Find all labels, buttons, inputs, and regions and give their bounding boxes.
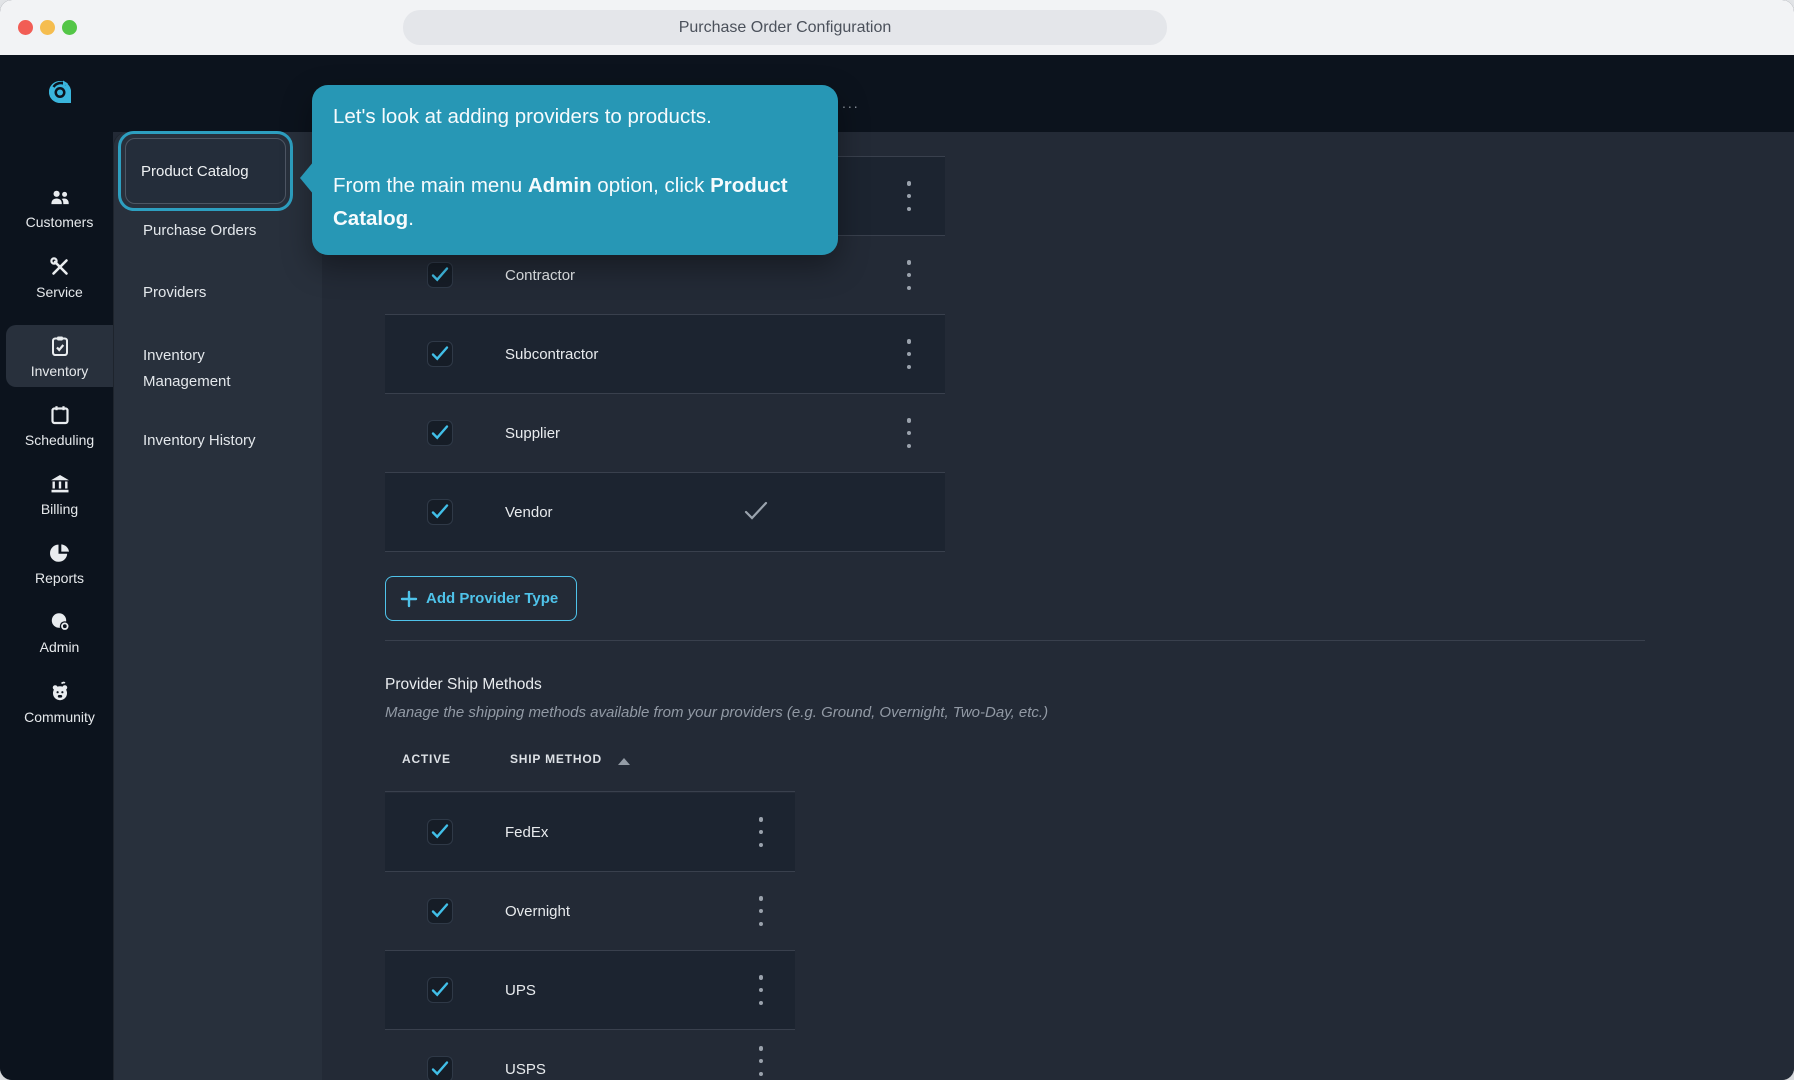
sidebar-item-label: Customers bbox=[26, 214, 94, 230]
sidebar-item-label: Reports bbox=[35, 570, 84, 586]
row-menu-kebab-icon[interactable] bbox=[752, 1046, 770, 1076]
admin-icon bbox=[48, 610, 72, 634]
sidebar-item-label: Scheduling bbox=[25, 432, 94, 448]
sidebar-item-scheduling[interactable]: Scheduling bbox=[6, 394, 113, 456]
active-checkbox[interactable] bbox=[427, 420, 453, 446]
ship-method-name: Overnight bbox=[505, 872, 570, 950]
table-header-divider bbox=[385, 791, 795, 792]
reports-icon bbox=[48, 541, 72, 565]
submenu-item-product-catalog[interactable]: Product Catalog bbox=[125, 138, 286, 204]
row-menu-kebab-icon[interactable] bbox=[752, 896, 770, 926]
table-row-vendor[interactable]: Vendor bbox=[385, 472, 945, 552]
sidebar-item-label: Inventory bbox=[31, 363, 89, 379]
column-header-ship-method[interactable]: SHIP METHOD bbox=[510, 752, 602, 766]
zoom-window-button[interactable] bbox=[62, 20, 77, 35]
table-row-fedex[interactable]: FedEx bbox=[385, 793, 795, 871]
table-row-subcontractor[interactable]: Subcontractor bbox=[385, 314, 945, 393]
sidebar-item-reports[interactable]: Reports bbox=[6, 532, 113, 594]
customers-icon bbox=[48, 185, 72, 209]
sidebar-item-service[interactable]: Service bbox=[6, 246, 113, 308]
page-header-band: ... bbox=[0, 55, 1794, 132]
plus-icon bbox=[400, 590, 418, 608]
table-row-supplier[interactable]: Supplier bbox=[385, 393, 945, 472]
section-divider bbox=[385, 640, 1645, 641]
active-checkbox[interactable] bbox=[427, 341, 453, 367]
tooltip-line2: From the main menu Admin option, click P… bbox=[333, 169, 813, 235]
truncated-header-text: ... bbox=[842, 95, 860, 111]
coachmark-highlight-ring: Product Catalog bbox=[118, 131, 293, 211]
inventory-submenu-panel: Purchase Orders Providers Inventory Mana… bbox=[113, 132, 322, 1080]
main-sidebar: Customers Service Inventory bbox=[0, 55, 113, 1080]
window-title: Purchase Order Configuration bbox=[679, 19, 892, 37]
billing-icon bbox=[48, 472, 72, 496]
sidebar-item-label: Admin bbox=[40, 639, 80, 655]
ship-method-name: USPS bbox=[505, 1030, 546, 1080]
app-window: Purchase Order Configuration ... bbox=[0, 0, 1794, 1080]
scheduling-icon bbox=[48, 403, 72, 427]
selected-check-icon bbox=[743, 500, 769, 527]
active-checkbox[interactable] bbox=[427, 1056, 453, 1080]
table-row-usps[interactable]: USPS bbox=[385, 1029, 795, 1080]
submenu-item-inventory-history[interactable]: Inventory History bbox=[143, 428, 303, 454]
service-icon bbox=[48, 255, 72, 279]
ship-method-name: UPS bbox=[505, 951, 536, 1029]
sidebar-item-label: Community bbox=[24, 709, 95, 725]
sort-asc-icon[interactable] bbox=[618, 758, 630, 765]
row-menu-kebab-icon[interactable] bbox=[900, 260, 918, 290]
column-header-active[interactable]: ACTIVE bbox=[402, 752, 451, 766]
active-checkbox[interactable] bbox=[427, 499, 453, 525]
tooltip-arrow bbox=[300, 161, 314, 195]
window-title-pill: Purchase Order Configuration bbox=[403, 10, 1167, 45]
row-menu-kebab-icon[interactable] bbox=[900, 418, 918, 448]
sidebar-item-customers[interactable]: Customers bbox=[6, 176, 113, 238]
ship-methods-description: Manage the shipping methods available fr… bbox=[385, 704, 1048, 721]
sidebar-item-admin[interactable]: Admin bbox=[6, 601, 113, 663]
table-row-ups[interactable]: UPS bbox=[385, 950, 795, 1029]
sidebar-item-community[interactable]: Community bbox=[6, 671, 113, 733]
active-checkbox[interactable] bbox=[427, 819, 453, 845]
submenu-item-label: Product Catalog bbox=[141, 163, 249, 180]
submenu-item-purchase-orders[interactable]: Purchase Orders bbox=[143, 218, 303, 244]
app-logo-icon bbox=[46, 78, 74, 106]
add-provider-type-label: Add Provider Type bbox=[426, 590, 558, 607]
submenu-item-inventory-management[interactable]: Inventory Management bbox=[143, 343, 283, 395]
active-checkbox[interactable] bbox=[427, 262, 453, 288]
main-content: Contractor Subcontractor Supplier bbox=[322, 132, 1794, 1080]
ship-methods-table: FedEx Overnight UPS bbox=[385, 793, 795, 1080]
tooltip-line1: Let's look at adding providers to produc… bbox=[333, 105, 712, 129]
row-menu-kebab-icon[interactable] bbox=[900, 339, 918, 369]
sidebar-item-inventory[interactable]: Inventory bbox=[6, 325, 113, 387]
ship-methods-heading: Provider Ship Methods bbox=[385, 676, 542, 694]
row-menu-kebab-icon[interactable] bbox=[752, 817, 770, 847]
row-menu-kebab-icon[interactable] bbox=[752, 975, 770, 1005]
active-checkbox[interactable] bbox=[427, 898, 453, 924]
table-row-overnight[interactable]: Overnight bbox=[385, 871, 795, 950]
community-icon bbox=[48, 680, 72, 704]
ship-method-name: FedEx bbox=[505, 793, 548, 871]
active-checkbox[interactable] bbox=[427, 977, 453, 1003]
row-menu-kebab-icon[interactable] bbox=[900, 181, 918, 211]
provider-type-name: Vendor bbox=[505, 473, 553, 551]
sidebar-item-label: Billing bbox=[41, 501, 78, 517]
minimize-window-button[interactable] bbox=[40, 20, 55, 35]
provider-type-name: Supplier bbox=[505, 394, 560, 472]
provider-type-name: Subcontractor bbox=[505, 315, 598, 393]
titlebar: Purchase Order Configuration bbox=[0, 0, 1794, 55]
add-provider-type-button[interactable]: Add Provider Type bbox=[385, 576, 577, 621]
inventory-icon bbox=[48, 334, 72, 358]
submenu-item-providers[interactable]: Providers bbox=[143, 280, 303, 306]
walkthrough-tooltip: Let's look at adding providers to produc… bbox=[312, 85, 838, 255]
sidebar-item-billing[interactable]: Billing bbox=[6, 463, 113, 525]
close-window-button[interactable] bbox=[18, 20, 33, 35]
sidebar-item-label: Service bbox=[36, 284, 83, 300]
